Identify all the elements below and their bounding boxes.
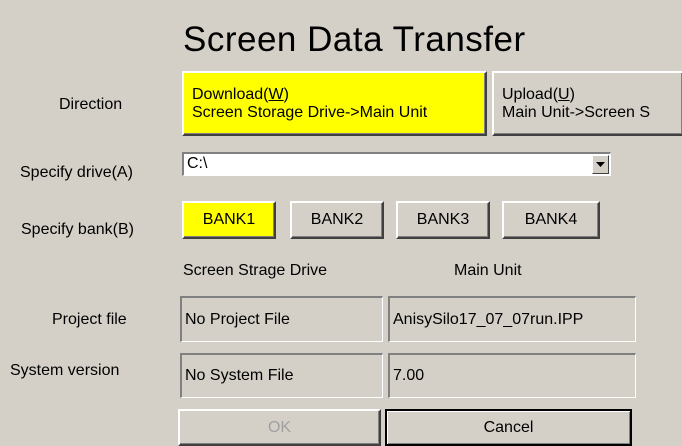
download-button-title: Download(W) — [192, 85, 289, 103]
main-unit-system-version-field: 7.00 — [388, 353, 636, 398]
storage-project-file-field: No Project File — [180, 296, 383, 342]
storage-drive-column-header: Screen Strage Drive — [183, 262, 328, 279]
dialog-title: Screen Data Transfer — [183, 20, 526, 59]
bank-label: Specify bank(B) — [21, 221, 134, 238]
direction-label: Direction — [59, 96, 123, 113]
bank2-button[interactable]: BANK2 — [290, 201, 384, 239]
drive-select[interactable]: C:\ — [182, 152, 611, 176]
bank1-button[interactable]: BANK1 — [182, 201, 276, 239]
drive-select-value: C:\ — [187, 155, 208, 172]
ok-button[interactable]: OK — [178, 409, 381, 446]
main-unit-column-header: Main Unit — [454, 262, 522, 279]
download-button[interactable]: Download(W) Screen Storage Drive->Main U… — [182, 71, 487, 136]
upload-button-subtitle: Main Unit->Screen S — [502, 103, 651, 121]
cancel-button[interactable]: Cancel — [385, 409, 632, 446]
bank4-button[interactable]: BANK4 — [502, 201, 600, 239]
upload-button-title: Upload(U) — [502, 85, 575, 103]
drive-label: Specify drive(A) — [20, 164, 133, 181]
system-version-label: System version — [10, 362, 120, 379]
storage-system-version-field: No System File — [180, 353, 383, 398]
project-file-label: Project file — [52, 311, 127, 328]
download-button-subtitle: Screen Storage Drive->Main Unit — [192, 103, 428, 121]
bank3-button[interactable]: BANK3 — [396, 201, 490, 239]
chevron-down-icon[interactable] — [592, 155, 609, 174]
upload-button[interactable]: Upload(U) Main Unit->Screen S — [492, 71, 682, 136]
main-unit-project-file-field: AnisySilo17_07_07run.IPP — [388, 296, 636, 342]
